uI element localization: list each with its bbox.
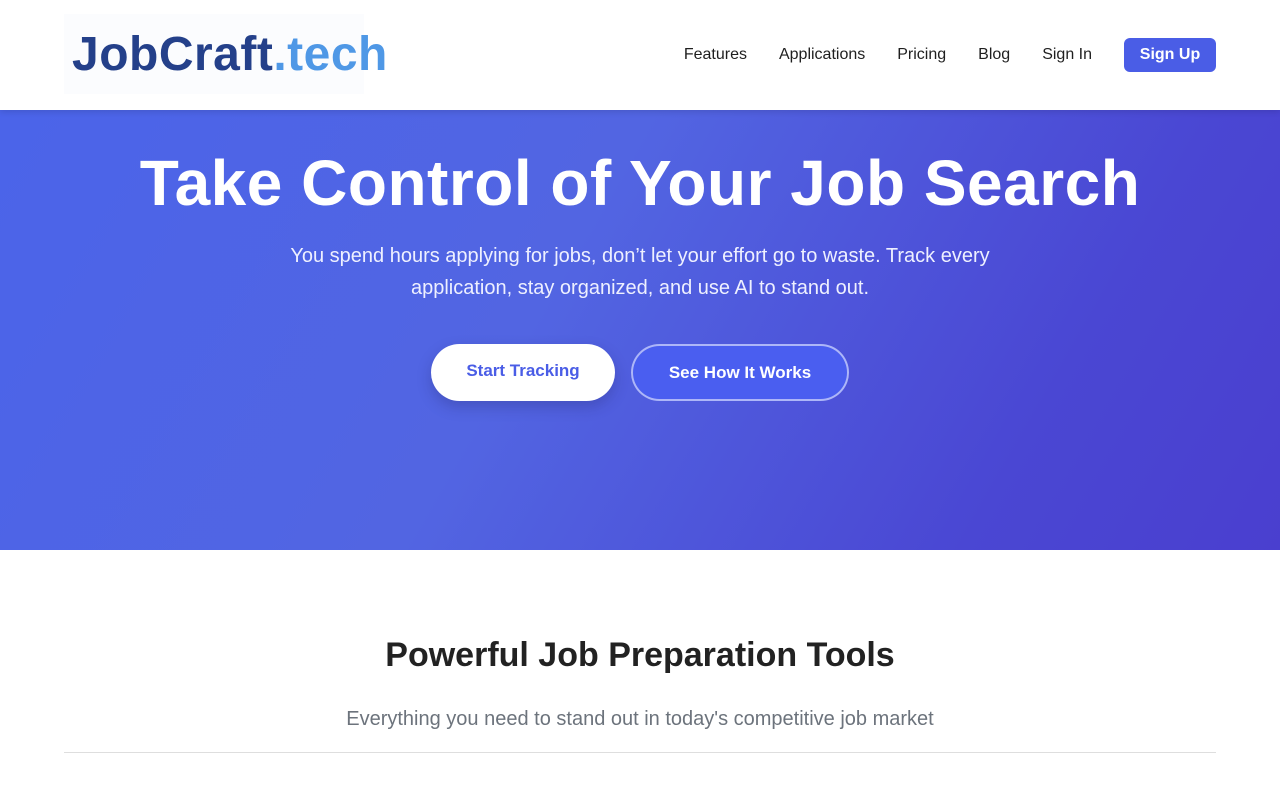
main-nav: Features Applications Pricing Blog Sign … <box>684 38 1216 72</box>
logo[interactable]: JobCraft .tech <box>64 14 387 94</box>
features-subtitle: Everything you need to stand out in toda… <box>346 708 934 730</box>
features-title: Powerful Job Preparation Tools <box>385 636 895 674</box>
hero-title: Take Control of Your Job Search <box>139 147 1141 219</box>
logo-extension-text: .tech <box>273 27 388 81</box>
site-header: JobCraft .tech Features Applications Pric… <box>0 0 1280 110</box>
nav-applications-link[interactable]: Applications <box>779 46 865 64</box>
see-how-it-works-button[interactable]: See How It Works <box>631 344 849 401</box>
hero-subtitle: You spend hours applying for jobs, don’t… <box>290 245 990 299</box>
logo-main-text: JobCraft <box>72 27 274 81</box>
nav-sign-in-link[interactable]: Sign In <box>1042 46 1092 64</box>
nav-pricing-link[interactable]: Pricing <box>897 46 946 64</box>
sign-up-button[interactable]: Sign Up <box>1124 38 1216 72</box>
section-divider <box>64 752 1216 753</box>
nav-features-link[interactable]: Features <box>684 46 747 64</box>
start-tracking-button[interactable]: Start Tracking <box>431 344 615 401</box>
nav-blog-link[interactable]: Blog <box>978 46 1010 64</box>
hero-actions: Start Tracking See How It Works <box>0 344 1280 401</box>
